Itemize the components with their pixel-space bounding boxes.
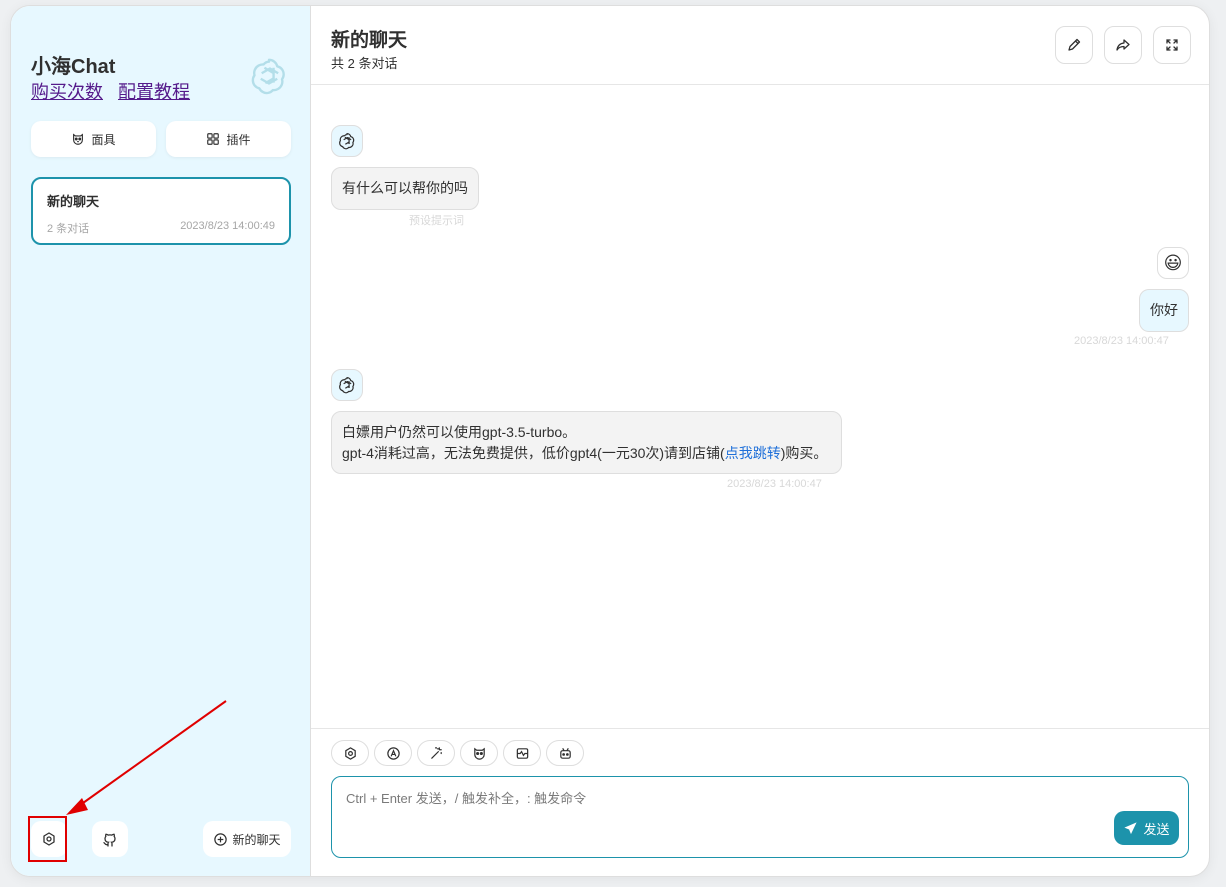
mask-button[interactable]: 面具 bbox=[31, 121, 156, 157]
chat-title: 新的聊天 bbox=[331, 30, 408, 51]
break-icon bbox=[516, 747, 528, 759]
model-tool[interactable] bbox=[546, 740, 584, 766]
plugin-button[interactable]: 插件 bbox=[166, 121, 291, 157]
rename-button[interactable] bbox=[1055, 26, 1093, 64]
share-arrow-icon bbox=[1116, 39, 1130, 51]
mask-icon bbox=[473, 747, 485, 760]
header-actions bbox=[1055, 26, 1191, 64]
plugin-button-label: 插件 bbox=[226, 132, 251, 147]
bot-avatar bbox=[331, 369, 363, 401]
message-meta: 2023/8/23 14:00:47 bbox=[1074, 335, 1169, 347]
brand-title: 小海Chat bbox=[31, 56, 116, 78]
settings-gear-icon bbox=[344, 746, 356, 760]
chat-item-count: 2 条对话 bbox=[47, 223, 90, 235]
buy-credits-link[interactable]: 购买次数 bbox=[31, 82, 103, 102]
mask-icon bbox=[73, 133, 84, 145]
sidebar-footer: 新的聊天 bbox=[31, 821, 291, 857]
auto-theme-icon bbox=[386, 746, 400, 760]
message-input[interactable] bbox=[332, 777, 1188, 857]
bot-message-text: gpt-4消耗过高，无法免费提供，低价gpt4(一元30次)请到店铺( bbox=[342, 445, 725, 461]
sidebar: 小海Chat 购买次数 配置教程 面具 插件 新的聊天 2 条对话 2023/8… bbox=[11, 6, 311, 876]
user-message-bubble: 你好 bbox=[1139, 289, 1189, 332]
github-icon bbox=[103, 833, 116, 847]
chat-toolbar bbox=[331, 740, 584, 766]
chat-item-title: 新的聊天 bbox=[47, 194, 100, 209]
pencil-icon bbox=[1068, 38, 1081, 51]
chat-item-meta: 2 条对话 2023/8/23 14:00:49 bbox=[47, 220, 275, 236]
plugin-grid-icon bbox=[207, 133, 220, 145]
setup-guide-link[interactable]: 配置教程 bbox=[118, 82, 190, 102]
chat-main: 新的聊天 共 2 条对话 有什么可以帮你的吗 预设提示词 😃 你好 2023/8… bbox=[311, 6, 1209, 876]
prompt-tool[interactable] bbox=[417, 740, 455, 766]
chat-settings-tool[interactable] bbox=[331, 740, 369, 766]
brand-links: 购买次数 配置教程 bbox=[31, 78, 200, 104]
theme-tool[interactable] bbox=[374, 740, 412, 766]
new-chat-button[interactable]: 新的聊天 bbox=[203, 821, 291, 857]
openai-logo-icon bbox=[339, 377, 355, 394]
store-link[interactable]: 点我跳转 bbox=[725, 445, 781, 461]
chat-subtitle: 共 2 条对话 bbox=[331, 56, 398, 71]
robot-icon bbox=[559, 747, 571, 759]
annotation-highlight-box bbox=[28, 816, 67, 862]
user-avatar: 😃 bbox=[1157, 247, 1189, 279]
bot-message-bubble: 有什么可以帮你的吗 bbox=[331, 167, 479, 210]
clear-context-tool[interactable] bbox=[503, 740, 541, 766]
bot-message-line: gpt-4消耗过高，无法免费提供，低价gpt4(一元30次)请到店铺(点我跳转)… bbox=[342, 443, 831, 464]
chat-list-item[interactable]: 新的聊天 2 条对话 2023/8/23 14:00:49 bbox=[31, 177, 291, 245]
bot-message-line: 白嫖用户仍然可以使用gpt-3.5-turbo。 bbox=[342, 424, 577, 440]
share-button[interactable] bbox=[1104, 26, 1142, 64]
fullscreen-button[interactable] bbox=[1153, 26, 1191, 64]
mask-button-label: 面具 bbox=[91, 132, 116, 147]
message-meta: 2023/8/23 14:00:47 bbox=[727, 478, 822, 490]
github-button[interactable] bbox=[92, 821, 128, 857]
sidebar-action-buttons: 面具 插件 bbox=[31, 121, 291, 157]
message-meta: 预设提示词 bbox=[409, 215, 464, 227]
plus-circle-icon bbox=[214, 832, 228, 846]
input-panel: 发送 bbox=[311, 728, 1209, 876]
new-chat-button-label: 新的聊天 bbox=[232, 832, 281, 847]
user-message-text: 你好 bbox=[1150, 302, 1178, 318]
expand-icon bbox=[1166, 39, 1178, 51]
bot-message-text: 有什么可以帮你的吗 bbox=[342, 180, 468, 196]
bot-message-text: )购买。 bbox=[780, 445, 828, 461]
openai-logo-icon bbox=[339, 133, 355, 150]
bot-message-bubble: 白嫖用户仍然可以使用gpt-3.5-turbo。 gpt-4消耗过高，无法免费提… bbox=[331, 411, 842, 474]
mask-tool[interactable] bbox=[460, 740, 498, 766]
openai-logo-icon bbox=[251, 58, 285, 95]
send-button[interactable]: 发送 bbox=[1114, 811, 1179, 845]
magic-wand-icon bbox=[430, 746, 442, 759]
send-button-label: 发送 bbox=[1143, 821, 1170, 837]
send-plane-icon bbox=[1124, 821, 1138, 834]
chat-item-time: 2023/8/23 14:00:49 bbox=[180, 220, 275, 232]
app-window: 小海Chat 购买次数 配置教程 面具 插件 新的聊天 2 条对话 2023/8… bbox=[10, 5, 1210, 877]
message-input-box: 发送 bbox=[331, 776, 1189, 858]
chat-header: 新的聊天 共 2 条对话 bbox=[311, 6, 1209, 85]
bot-avatar bbox=[331, 125, 363, 157]
